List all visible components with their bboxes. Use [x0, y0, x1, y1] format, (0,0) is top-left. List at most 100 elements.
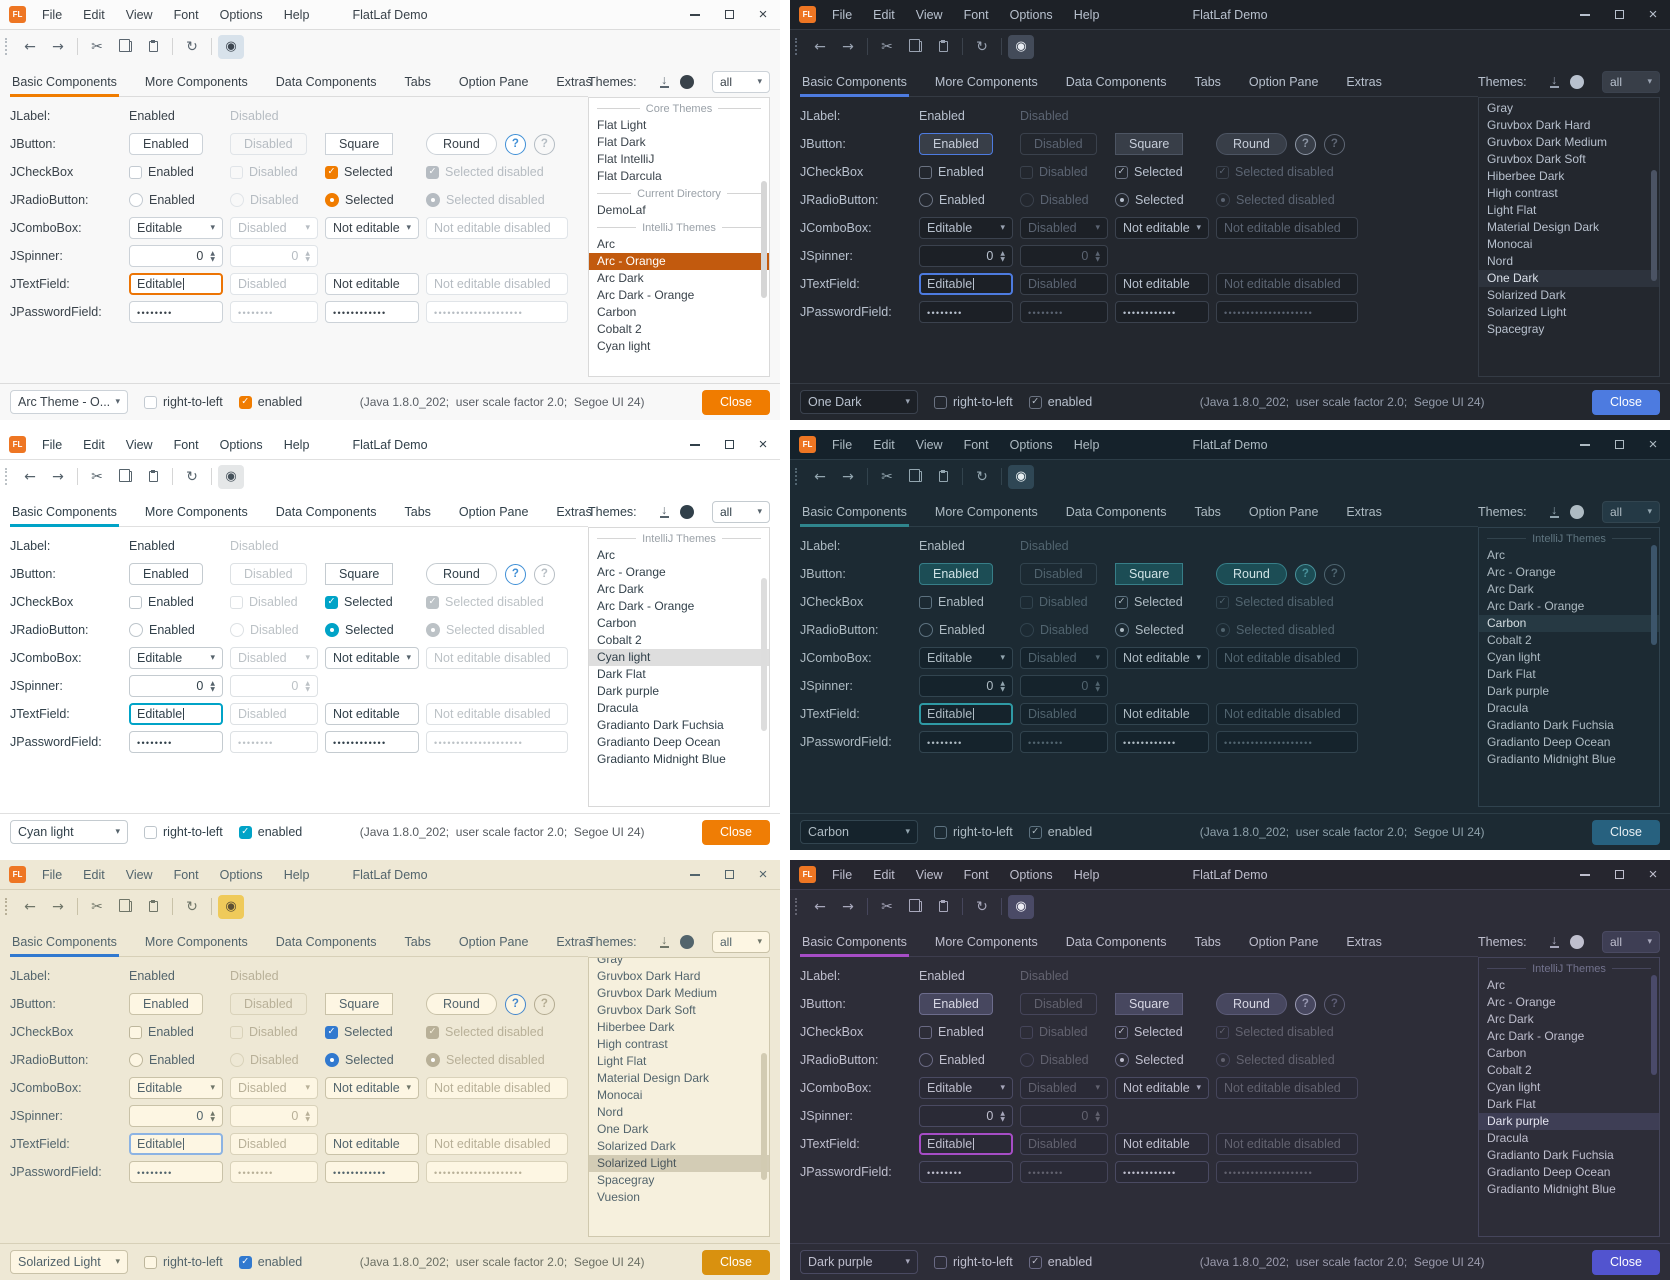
- close-window-button[interactable]: ×: [1636, 0, 1670, 29]
- tab-extras[interactable]: Extras: [1344, 497, 1383, 526]
- radio-disabled[interactable]: Disabled: [1020, 193, 1089, 207]
- disabled-button[interactable]: Disabled: [230, 563, 307, 585]
- round-button[interactable]: Round: [426, 133, 497, 155]
- theme-combobox[interactable]: One Dark ▾: [800, 390, 918, 414]
- textfield-disabled[interactable]: Disabled: [230, 703, 318, 725]
- help-button-disabled[interactable]: ?: [534, 994, 555, 1015]
- tab-more-components[interactable]: More Components: [933, 927, 1040, 956]
- not-editable-disabled-combobox[interactable]: Not editable disabled: [1216, 647, 1358, 669]
- theme-list-item-cyan-light[interactable]: Cyan light: [589, 338, 769, 355]
- not-editable-combobox[interactable]: Not editable▾: [325, 1077, 419, 1099]
- tab-extras[interactable]: Extras: [554, 497, 593, 526]
- tab-more-components[interactable]: More Components: [143, 497, 250, 526]
- menu-view[interactable]: View: [916, 868, 943, 882]
- theme-list-item-gruvbox-dark-soft[interactable]: Gruvbox Dark Soft: [1479, 151, 1659, 168]
- theme-list-item-light-flat[interactable]: Light Flat: [589, 1053, 769, 1070]
- theme-list-item-arc-orange[interactable]: Arc - Orange: [589, 253, 769, 270]
- radio-enabled[interactable]: Enabled: [129, 193, 195, 207]
- square-button[interactable]: Square: [325, 133, 393, 155]
- forward-button[interactable]: →: [835, 465, 861, 489]
- help-button[interactable]: ?: [1295, 994, 1316, 1015]
- disabled-combobox[interactable]: Disabled▾: [1020, 1077, 1108, 1099]
- refresh-button[interactable]: ↻: [179, 895, 205, 919]
- scrollbar-thumb[interactable]: [761, 181, 767, 298]
- textfield-not-editable-disabled[interactable]: Not editable disabled: [1216, 273, 1358, 295]
- menu-edit[interactable]: Edit: [83, 8, 105, 22]
- spinner-enabled[interactable]: 0▲▼: [129, 675, 223, 697]
- tab-more-components[interactable]: More Components: [933, 497, 1040, 526]
- copy-button[interactable]: [112, 895, 138, 919]
- tab-data-components[interactable]: Data Components: [274, 497, 379, 526]
- passwordfield-not-editable[interactable]: ••••••••••••: [1115, 1161, 1209, 1183]
- theme-list-item-flat-dark[interactable]: Flat Dark: [589, 134, 769, 151]
- checkbox-enabled[interactable]: Enabled: [919, 1025, 984, 1039]
- textfield-not-editable[interactable]: Not editable: [1115, 1133, 1209, 1155]
- disabled-button[interactable]: Disabled: [1020, 563, 1097, 585]
- checkbox-disabled[interactable]: Disabled: [230, 165, 298, 179]
- tab-extras[interactable]: Extras: [1344, 927, 1383, 956]
- checkbox-enabled[interactable]: Enabled: [919, 595, 984, 609]
- download-icon[interactable]: ↓: [660, 76, 669, 88]
- checkbox-selected[interactable]: ✓Selected: [325, 165, 393, 179]
- passwordfield-disabled[interactable]: ••••••••: [1020, 731, 1108, 753]
- tab-basic-components[interactable]: Basic Components: [10, 927, 119, 956]
- cut-button[interactable]: ✂: [874, 35, 900, 59]
- checkbox-selected[interactable]: ✓Selected: [325, 1025, 393, 1039]
- round-button[interactable]: Round: [426, 563, 497, 585]
- theme-list-item-arc-orange[interactable]: Arc - Orange: [1479, 994, 1659, 1011]
- tab-tabs[interactable]: Tabs: [403, 67, 433, 96]
- passwordfield-not-editable-disabled[interactable]: ••••••••••••••••••••: [1216, 1161, 1358, 1183]
- theme-list-item-arc-dark-orange[interactable]: Arc Dark - Orange: [589, 598, 769, 615]
- enabled-checkbox[interactable]: ✓ enabled: [1029, 1255, 1093, 1269]
- tab-extras[interactable]: Extras: [554, 927, 593, 956]
- spinner-arrows[interactable]: ▲▼: [210, 681, 215, 692]
- passwordfield-enabled[interactable]: ••••••••: [919, 301, 1013, 323]
- theme-list-item-hiberbee-dark[interactable]: Hiberbee Dark: [1479, 168, 1659, 185]
- enabled-button[interactable]: Enabled: [919, 133, 993, 155]
- close-window-button[interactable]: ×: [746, 860, 780, 889]
- textfield-disabled[interactable]: Disabled: [1020, 703, 1108, 725]
- scrollbar-thumb[interactable]: [1651, 545, 1657, 645]
- checkbox-selected[interactable]: ✓Selected: [325, 595, 393, 609]
- help-button[interactable]: ?: [505, 994, 526, 1015]
- spinner-arrows[interactable]: ▲▼: [1000, 251, 1005, 262]
- enabled-checkbox[interactable]: ✓ enabled: [239, 395, 303, 409]
- theme-list-item-gradianto-deep-ocean[interactable]: Gradianto Deep Ocean: [1479, 734, 1659, 751]
- checkbox-selected-disabled[interactable]: ✓Selected disabled: [1216, 1025, 1334, 1039]
- radio-disabled[interactable]: Disabled: [230, 623, 299, 637]
- spinner-arrows[interactable]: ▲▼: [210, 1111, 215, 1122]
- spinner-enabled[interactable]: 0▲▼: [129, 245, 223, 267]
- textfield-not-editable-disabled[interactable]: Not editable disabled: [1216, 1133, 1358, 1155]
- menu-help[interactable]: Help: [284, 868, 310, 882]
- square-button[interactable]: Square: [1115, 133, 1183, 155]
- textfield-not-editable[interactable]: Not editable: [1115, 703, 1209, 725]
- theme-list-item-gradianto-midnight-blue[interactable]: Gradianto Midnight Blue: [1479, 751, 1659, 768]
- help-button-disabled[interactable]: ?: [1324, 994, 1345, 1015]
- forward-button[interactable]: →: [835, 895, 861, 919]
- menu-edit[interactable]: Edit: [83, 868, 105, 882]
- eye-toggle-button[interactable]: ◉: [1008, 35, 1034, 59]
- textfield-editable[interactable]: Editable: [129, 703, 223, 725]
- theme-list-item-high-contrast[interactable]: High contrast: [1479, 185, 1659, 202]
- editable-combobox[interactable]: Editable▾: [129, 1077, 223, 1099]
- github-icon[interactable]: [1570, 935, 1584, 949]
- theme-list-item-gradianto-deep-ocean[interactable]: Gradianto Deep Ocean: [1479, 1164, 1659, 1181]
- copy-button[interactable]: [902, 465, 928, 489]
- menu-file[interactable]: File: [832, 868, 852, 882]
- theme-list-item-cobalt-2[interactable]: Cobalt 2: [589, 321, 769, 338]
- tab-tabs[interactable]: Tabs: [1193, 67, 1223, 96]
- enabled-checkbox[interactable]: ✓ enabled: [1029, 395, 1093, 409]
- not-editable-combobox[interactable]: Not editable▾: [1115, 217, 1209, 239]
- theme-list-item-material-design-dark[interactable]: Material Design Dark: [589, 1070, 769, 1087]
- download-icon[interactable]: ↓: [1550, 506, 1559, 518]
- passwordfield-disabled[interactable]: ••••••••: [230, 731, 318, 753]
- radio-disabled[interactable]: Disabled: [230, 193, 299, 207]
- theme-list-item-spacegray[interactable]: Spacegray: [589, 1172, 769, 1189]
- tab-extras[interactable]: Extras: [554, 67, 593, 96]
- close-button[interactable]: Close: [1592, 820, 1660, 845]
- tab-data-components[interactable]: Data Components: [1064, 497, 1169, 526]
- checkbox-selected-disabled[interactable]: ✓Selected disabled: [1216, 165, 1334, 179]
- menu-font[interactable]: Font: [964, 438, 989, 452]
- tab-data-components[interactable]: Data Components: [1064, 67, 1169, 96]
- menu-options[interactable]: Options: [1010, 868, 1053, 882]
